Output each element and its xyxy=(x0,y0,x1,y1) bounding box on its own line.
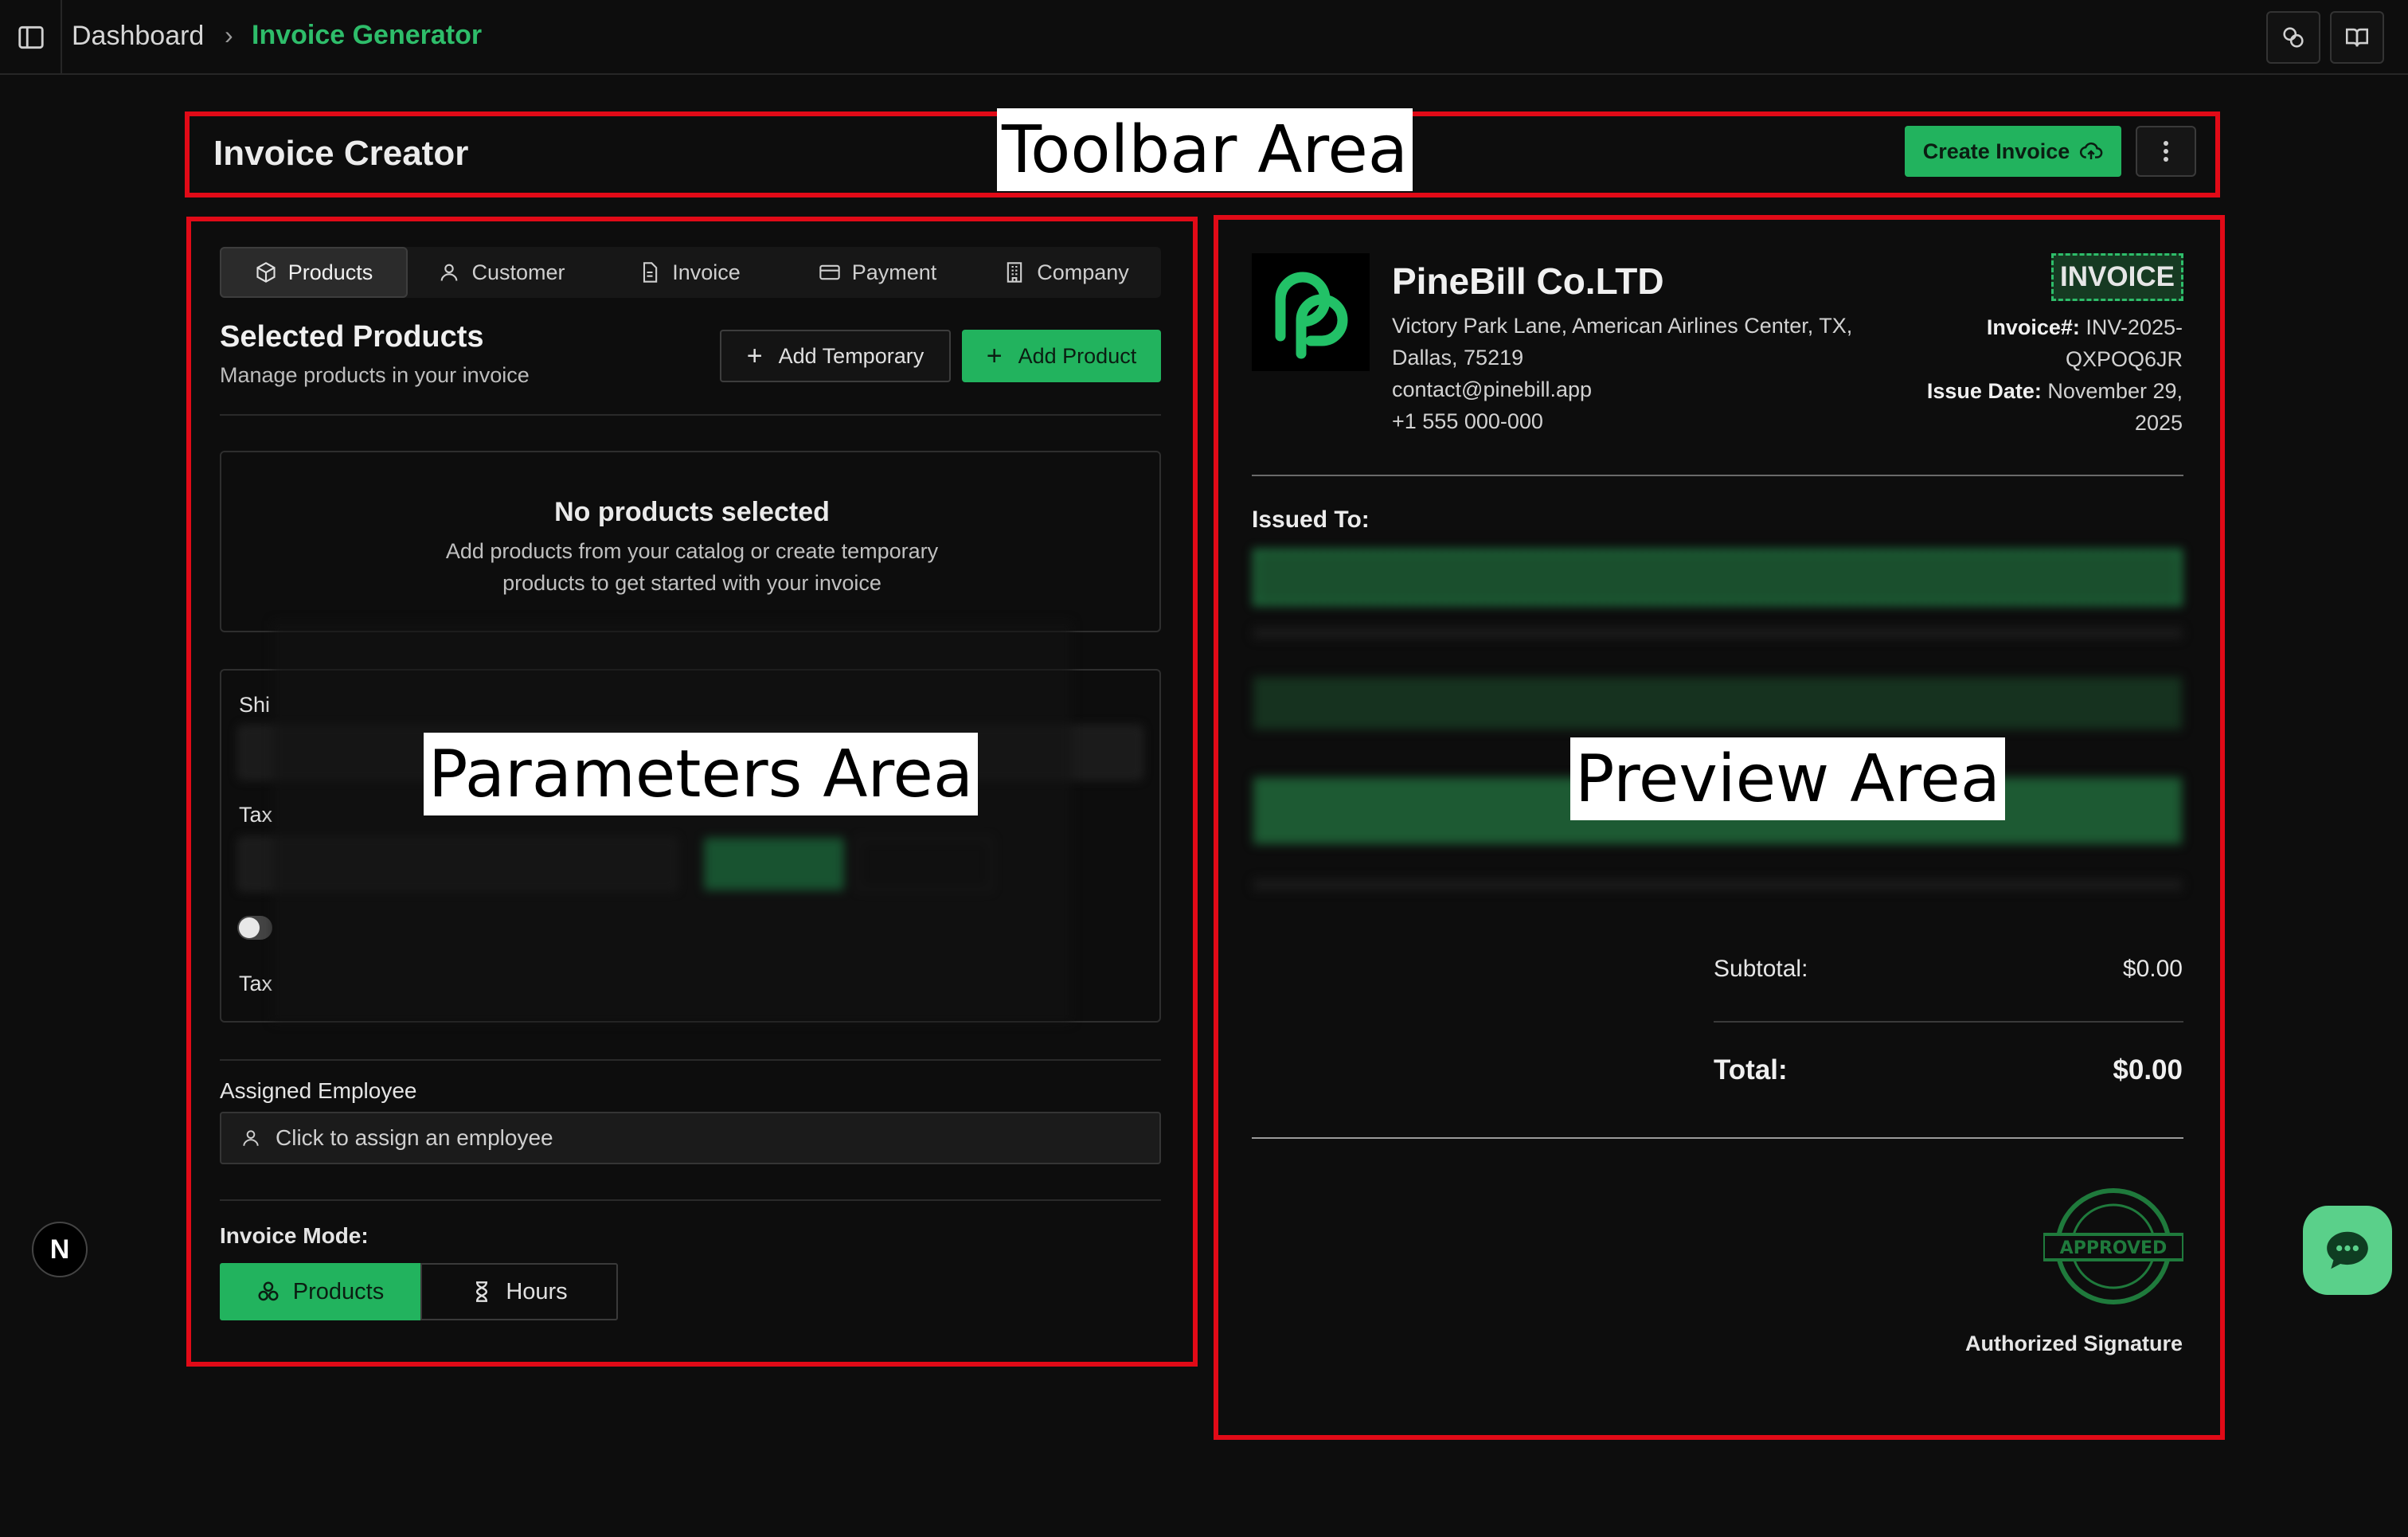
settings-tabs: Products Customer Invoice Payment Compan… xyxy=(220,247,1161,298)
total-label: Total: xyxy=(1714,1054,1788,1085)
tab-products-label: Products xyxy=(287,260,373,284)
invoice-number-line2: QXPOQ6JR xyxy=(2065,347,2183,371)
shipping-label: Shi xyxy=(239,693,271,717)
empty-state-description: Add products from your catalog or create… xyxy=(445,539,939,595)
share-button[interactable] xyxy=(2266,11,2320,64)
company-email: contact@pinebill.app xyxy=(1392,377,1593,401)
create-invoice-button[interactable]: Create Invoice xyxy=(1905,126,2121,177)
mode-hours-label: Hours xyxy=(506,1278,568,1304)
building-icon xyxy=(1007,262,1022,283)
tab-products[interactable]: Products xyxy=(220,247,408,298)
blur-overlay xyxy=(272,621,1072,1023)
issue-date-line1: Issue Date: November 29, xyxy=(1927,379,2183,404)
invoice-number-label: Invoice#: xyxy=(1986,315,2080,339)
issue-date-line2: 2025 xyxy=(2134,411,2183,435)
add-product-label: Add Product xyxy=(1018,343,1137,368)
section-title: Selected Products xyxy=(220,320,484,354)
more-options-button[interactable] xyxy=(2136,126,2196,177)
more-vertical-icon xyxy=(2164,141,2168,162)
tax-note-label: Tax xyxy=(239,972,273,995)
blurred-row xyxy=(1253,879,2182,890)
assign-employee-field[interactable]: Click to assign an employee xyxy=(220,1112,1161,1164)
invoice-mode-label: Invoice Mode: xyxy=(220,1223,369,1248)
tab-company-label: Company xyxy=(1037,260,1129,284)
tab-customer[interactable]: Customer xyxy=(408,247,596,298)
breadcrumb-chevron-icon: › xyxy=(225,21,233,49)
plus-icon: + xyxy=(986,340,1003,371)
total-value: $0.00 xyxy=(2113,1054,2183,1085)
company-address-line1: Victory Park Lane, American Airlines Cen… xyxy=(1392,314,1853,338)
select-customer-placeholder[interactable] xyxy=(1253,549,2182,605)
toolbar-area-label: Toolbar Area xyxy=(997,108,1413,191)
company-address-line2: Dallas, 75219 xyxy=(1392,346,1524,370)
package-icon xyxy=(256,262,276,283)
tab-payment-label: Payment xyxy=(851,260,937,284)
chat-bubble-icon xyxy=(2327,1231,2368,1269)
company-phone: +1 555 000-000 xyxy=(1392,409,1543,433)
items-table-header xyxy=(1253,677,2182,729)
section-subtitle: Manage products in your invoice xyxy=(220,363,530,387)
dev-tools-badge[interactable]: N xyxy=(32,1222,88,1277)
docs-button[interactable] xyxy=(2330,11,2384,64)
tax-toggle-switch[interactable] xyxy=(237,916,272,940)
subtotal-value: $0.00 xyxy=(2122,956,2183,982)
divider xyxy=(220,1059,1161,1061)
breadcrumb-current: Invoice Generator xyxy=(252,20,483,50)
tax-label: Tax xyxy=(239,803,273,827)
company-name: PineBill Co.LTD xyxy=(1392,260,1664,302)
invoice-number-value: INV-2025- xyxy=(2086,315,2183,339)
divider xyxy=(220,1199,1161,1201)
mode-products-button[interactable]: Products xyxy=(220,1263,420,1320)
breadcrumb-dashboard[interactable]: Dashboard xyxy=(72,21,204,52)
user-icon xyxy=(243,1130,259,1146)
issue-date-value: November 29, xyxy=(2047,379,2183,403)
preview-divider xyxy=(1252,1137,2183,1139)
preview-area-label: Preview Area xyxy=(1570,737,2005,820)
assign-employee-placeholder: Click to assign an employee xyxy=(276,1125,553,1150)
approved-stamp: APPROVED xyxy=(2043,1187,2183,1306)
sidebar-toggle-icon[interactable] xyxy=(16,22,46,53)
invoice-number-line1: Invoice#: INV-2025- xyxy=(1987,315,2183,340)
parameters-area-label: Parameters Area xyxy=(424,733,979,815)
add-product-button[interactable]: + Add Product xyxy=(962,330,1161,382)
divider xyxy=(220,414,1161,416)
company-logo xyxy=(1252,253,1370,371)
mode-products-label: Products xyxy=(292,1278,385,1304)
issue-date-label: Issue Date: xyxy=(1926,379,2042,403)
subtotal-label: Subtotal: xyxy=(1714,956,1808,982)
authorized-signature-label: Authorized Signature xyxy=(1964,1332,2183,1355)
hourglass-icon xyxy=(476,1281,488,1302)
invoice-badge: INVOICE xyxy=(2051,253,2183,301)
plus-icon: + xyxy=(746,340,763,371)
chat-button[interactable] xyxy=(2303,1206,2392,1295)
assigned-employee-label: Assigned Employee xyxy=(220,1078,417,1103)
credit-card-icon xyxy=(819,264,840,280)
add-temporary-button[interactable]: + Add Temporary xyxy=(720,330,951,382)
totals-divider xyxy=(1714,1021,2183,1023)
book-open-icon xyxy=(2345,28,2369,47)
tab-invoice-label: Invoice xyxy=(672,260,741,284)
topbar-divider xyxy=(61,0,62,75)
empty-state-title: No products selected xyxy=(554,497,830,527)
file-icon xyxy=(643,262,658,283)
mode-hours-button[interactable]: Hours xyxy=(420,1263,618,1320)
cloud-upload-icon xyxy=(2080,142,2103,159)
tab-invoice[interactable]: Invoice xyxy=(596,247,784,298)
add-temporary-label: Add Temporary xyxy=(778,343,924,368)
tab-payment[interactable]: Payment xyxy=(784,247,971,298)
boxes-icon xyxy=(258,1281,279,1301)
stamp-text: APPROVED xyxy=(2060,1238,2168,1258)
user-icon xyxy=(441,264,458,281)
issued-to-label: Issued To: xyxy=(1252,506,1370,533)
empty-products-card: No products selected Add products from y… xyxy=(220,451,1161,632)
page-title: Invoice Creator xyxy=(213,134,469,173)
link-icon xyxy=(2283,27,2304,48)
tab-customer-label: Customer xyxy=(471,260,565,284)
blurred-row xyxy=(1253,628,2182,639)
tab-company[interactable]: Company xyxy=(971,247,1161,298)
create-invoice-label: Create Invoice xyxy=(1922,139,2070,163)
preview-divider xyxy=(1252,475,2183,476)
